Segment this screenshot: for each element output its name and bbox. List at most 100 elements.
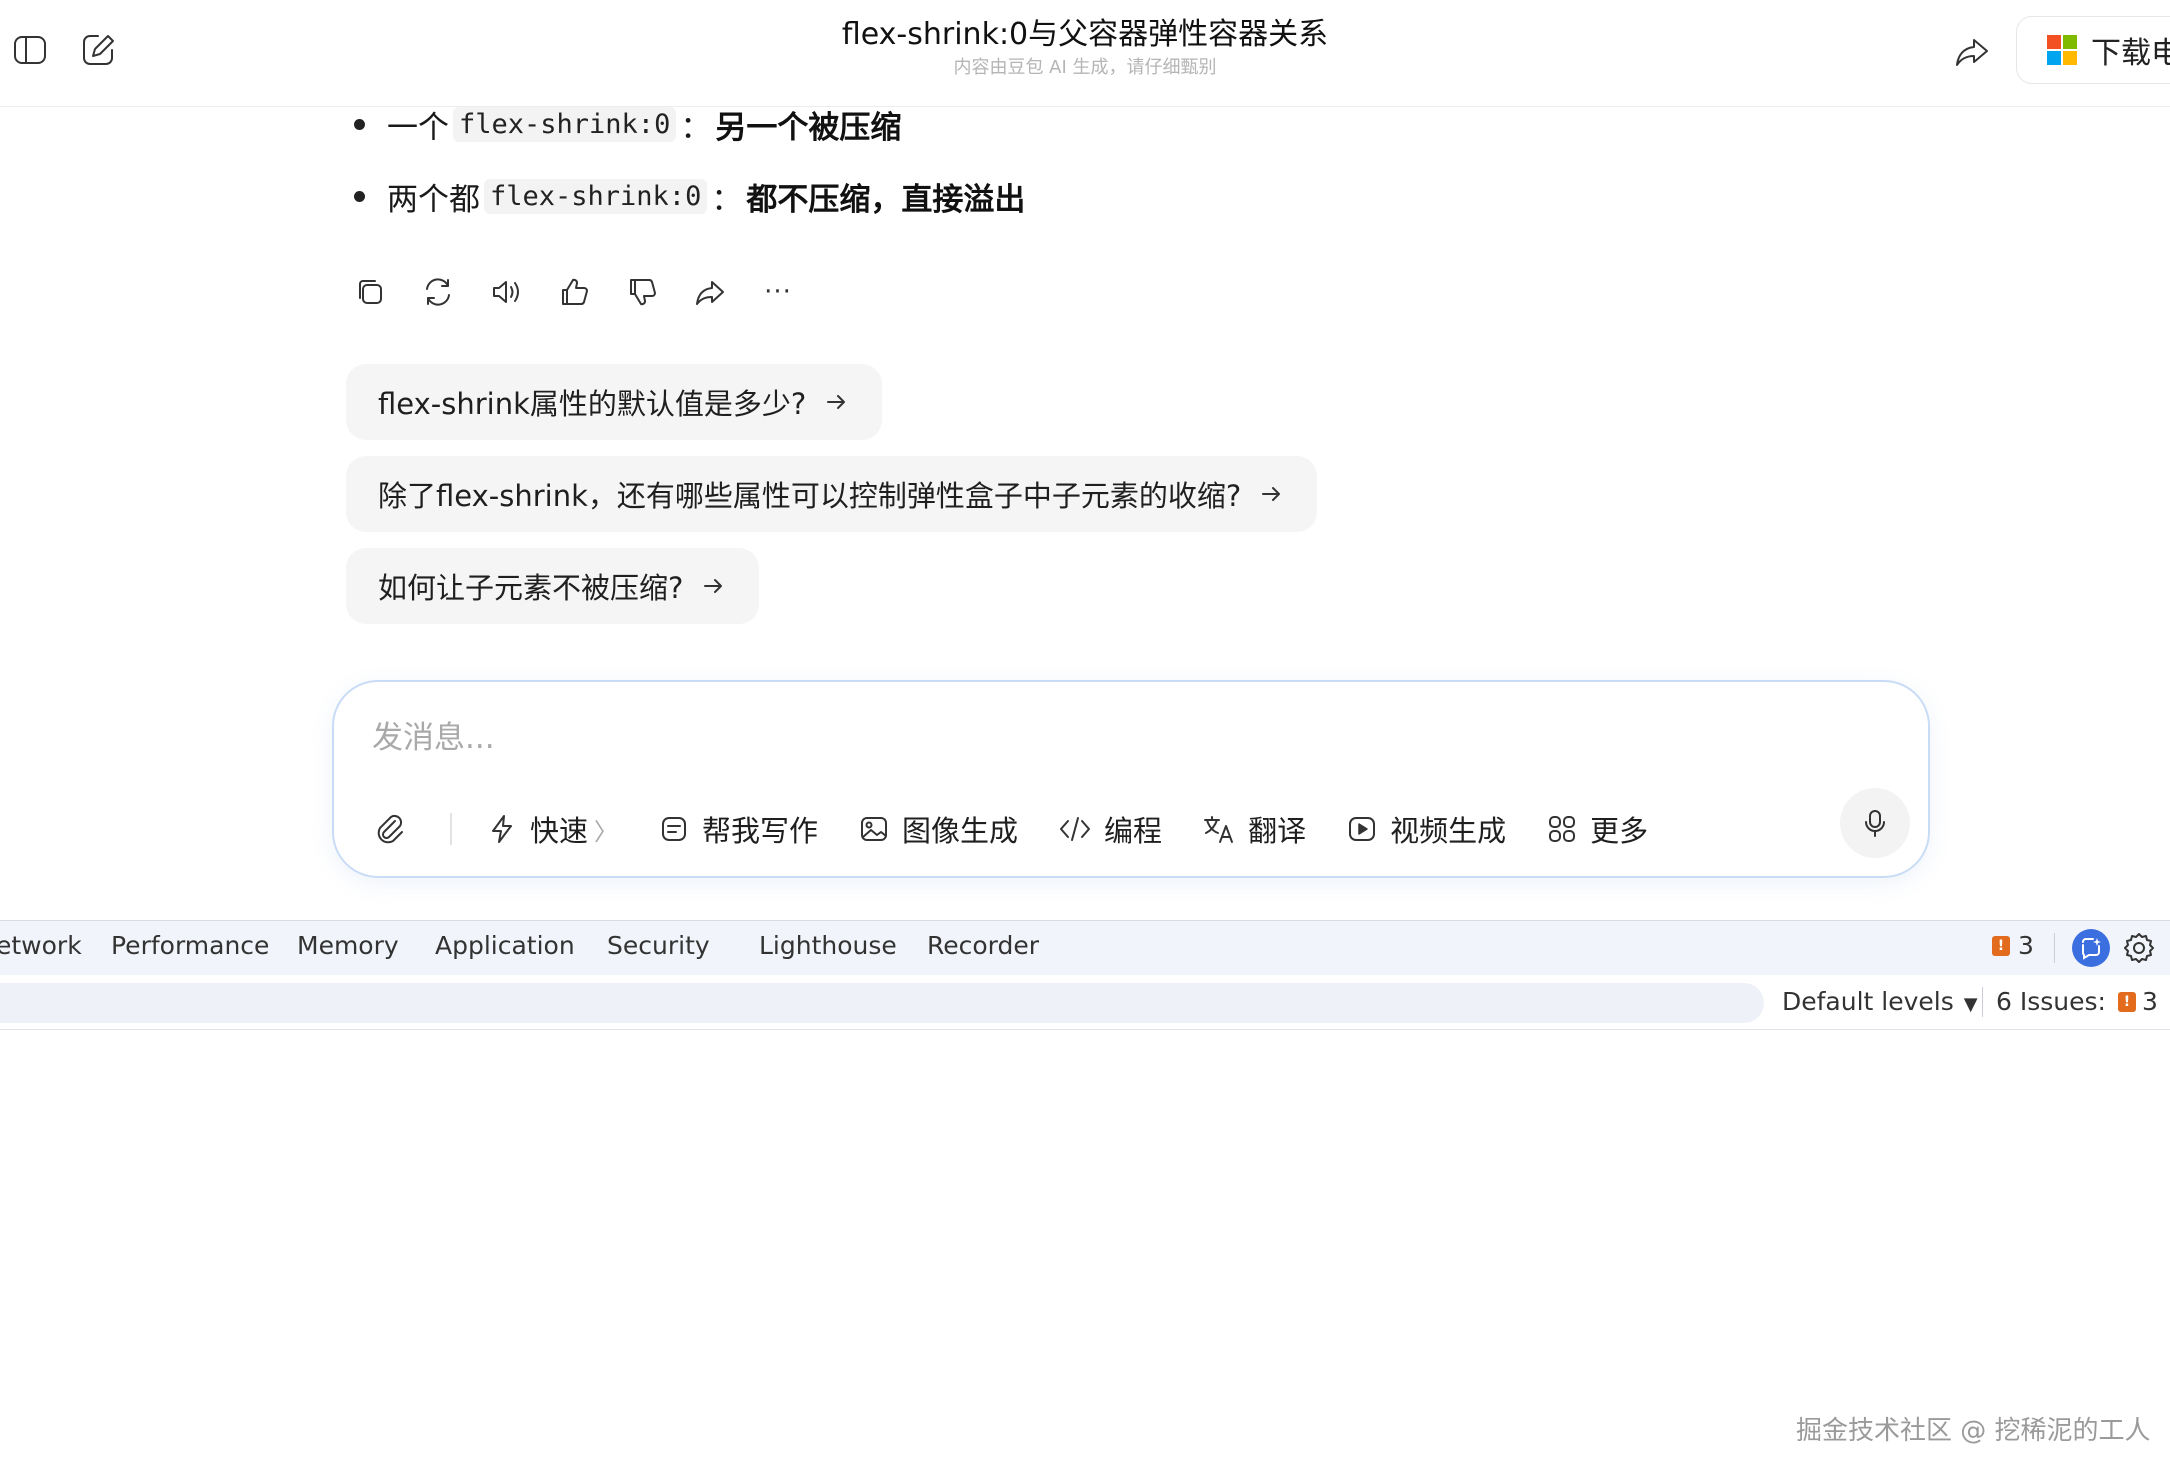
console-filter-bar: Default levels ▼ 6 Issues: ! 3 — [0, 975, 2170, 1030]
attach-button[interactable] — [372, 811, 420, 847]
tool-label: 视频生成 — [1390, 814, 1507, 848]
console-filter-input[interactable] — [0, 983, 1764, 1023]
regenerate-button[interactable] — [418, 272, 458, 312]
issues-counter[interactable]: 6 Issues: ! 3 — [1996, 987, 2170, 1016]
inline-code: flex-shrink:0 — [484, 178, 708, 214]
document-icon — [662, 817, 687, 841]
microphone-icon — [1865, 810, 1885, 837]
windows-logo-icon — [2047, 35, 2077, 65]
tab-application[interactable]: Application — [435, 931, 575, 960]
translate-button[interactable]: 翻译 — [1202, 808, 1306, 850]
tool-label: 快速 — [530, 814, 589, 848]
tab-lighthouse[interactable]: Lighthouse — [759, 931, 897, 960]
download-label: 下载电 — [2091, 36, 2170, 71]
tab-performance[interactable]: Performance — [111, 931, 269, 960]
suggestion-text: 如何让子元素不被压缩? — [378, 571, 684, 605]
list-item: 两个都 flex-shrink:0 ： 都不压缩，直接溢出 — [354, 170, 1025, 222]
tab-security[interactable]: Security — [607, 931, 710, 960]
image-generation-button[interactable]: 图像生成 — [858, 808, 1018, 850]
levels-label: Default levels — [1782, 987, 1954, 1016]
coding-button[interactable]: 编程 — [1058, 808, 1162, 850]
answer-bullet-list: 一个 flex-shrink:0 ： 另一个被压缩 两个都 flex-shrin… — [354, 98, 1025, 242]
suggestion-text: 除了flex-shrink，还有哪些属性可以控制弹性盒子中子元素的收缩? — [378, 479, 1242, 513]
suggested-questions: flex-shrink属性的默认值是多少? 除了flex-shrink，还有哪些… — [346, 364, 1318, 640]
tab-recorder[interactable]: Recorder — [927, 931, 1039, 960]
voice-input-button[interactable] — [1840, 788, 1910, 858]
suggestion-chip[interactable]: 除了flex-shrink，还有哪些属性可以控制弹性盒子中子元素的收缩? — [346, 456, 1318, 532]
translate-icon — [1204, 816, 1234, 843]
apps-grid-icon — [1549, 816, 1576, 842]
tool-label: 帮我写作 — [702, 814, 819, 848]
arrow-right-icon — [1262, 487, 1281, 501]
ai-assistant-icon — [2082, 938, 2101, 960]
copy-icon — [359, 280, 382, 304]
bullet-bold-text: 都不压缩，直接溢出 — [746, 181, 1026, 218]
list-item: 一个 flex-shrink:0 ： 另一个被压缩 — [354, 98, 1025, 150]
log-levels-dropdown[interactable]: Default levels ▼ — [1782, 987, 1978, 1016]
settings-button[interactable] — [2122, 931, 2156, 965]
thumbs-down-icon — [630, 279, 656, 306]
video-play-icon — [1349, 817, 1376, 841]
dislike-button[interactable] — [622, 272, 662, 312]
devtools-tab-bar: etwork Performance Memory Application Se… — [0, 920, 2170, 976]
suggestion-chip[interactable]: flex-shrink属性的默认值是多少? — [346, 364, 883, 440]
video-generation-button[interactable]: 视频生成 — [1346, 808, 1506, 850]
toolbar-divider — [2054, 933, 2055, 963]
issues-badge[interactable]: ! 3 — [1992, 931, 2034, 960]
tab-network[interactable]: etwork — [0, 931, 82, 960]
suggestion-chip[interactable]: 如何让子元素不被压缩? — [346, 548, 760, 624]
read-aloud-icon — [493, 281, 519, 303]
warning-flag-icon: ! — [1992, 935, 2010, 956]
share-message-button[interactable] — [690, 272, 730, 312]
tool-label: 更多 — [1590, 814, 1649, 848]
copy-button[interactable] — [350, 272, 390, 312]
more-tools-button[interactable]: 更多 — [1546, 808, 1648, 850]
regenerate-icon — [426, 278, 450, 306]
ai-assistance-button[interactable] — [2072, 929, 2110, 967]
message-composer: 快速 〉 帮我写作 图像生成 编程 — [332, 680, 1930, 878]
bullet-dot — [354, 190, 365, 202]
top-header: flex-shrink:0与父容器弹性容器关系 内容由豆包 AI 生成，请仔细甄… — [0, 0, 2170, 107]
bullet-separator: ： — [680, 109, 712, 146]
issues-label: 6 Issues: — [1996, 987, 2106, 1016]
bullet-prefix: 两个都 — [387, 181, 480, 218]
tool-label: 编程 — [1104, 814, 1163, 848]
bullet-dot — [354, 118, 365, 130]
ai-disclaimer: 内容由豆包 AI 生成，请仔细甄别 — [953, 57, 1217, 78]
download-desktop-button[interactable]: 下载电 — [2016, 16, 2170, 84]
paperclip-icon — [377, 814, 403, 844]
gear-icon — [2124, 933, 2154, 963]
suggestion-text: flex-shrink属性的默认值是多少? — [378, 387, 807, 421]
share-button[interactable] — [1952, 32, 1992, 72]
toolbar-divider — [450, 813, 452, 845]
bullet-bold-text: 另一个被压缩 — [715, 109, 902, 146]
help-write-button[interactable]: 帮我写作 — [658, 808, 818, 850]
tab-memory[interactable]: Memory — [297, 931, 399, 960]
toolbar-divider — [1982, 987, 1983, 1017]
warning-flag-icon: ! — [2117, 991, 2136, 1012]
chat-title[interactable]: flex-shrink:0与父容器弹性容器关系 — [0, 14, 2170, 56]
arrow-right-icon — [827, 395, 846, 409]
issues-warning-count: 3 — [2141, 987, 2158, 1016]
share-icon — [1956, 39, 1988, 66]
message-action-bar: ··· — [350, 272, 826, 312]
issues-badge-count: 3 — [2018, 931, 2034, 960]
like-button[interactable] — [554, 272, 594, 312]
quick-mode-button[interactable]: 快速 〉 — [486, 808, 618, 850]
composer-toolbar: 快速 〉 帮我写作 图像生成 编程 翻译 视频生成 更多 — [372, 804, 1688, 854]
inline-code: flex-shrink:0 — [453, 106, 677, 142]
bullet-prefix: 一个 — [387, 109, 449, 146]
lightning-icon — [492, 815, 512, 843]
dropdown-arrow-icon: ▼ — [1963, 994, 1978, 1015]
more-actions-button[interactable]: ··· — [758, 272, 798, 312]
message-input[interactable] — [370, 712, 1774, 764]
read-aloud-button[interactable] — [486, 272, 526, 312]
image-icon — [861, 817, 888, 841]
code-icon — [1060, 817, 1091, 841]
share-icon — [696, 281, 724, 305]
chevron-right-icon: 〉 — [594, 817, 619, 846]
title-area: flex-shrink:0与父容器弹性容器关系 内容由豆包 AI 生成，请仔细甄… — [0, 14, 2170, 80]
arrow-right-icon — [704, 579, 723, 593]
bullet-separator: ： — [711, 181, 743, 218]
more-icon: ··· — [764, 277, 792, 307]
